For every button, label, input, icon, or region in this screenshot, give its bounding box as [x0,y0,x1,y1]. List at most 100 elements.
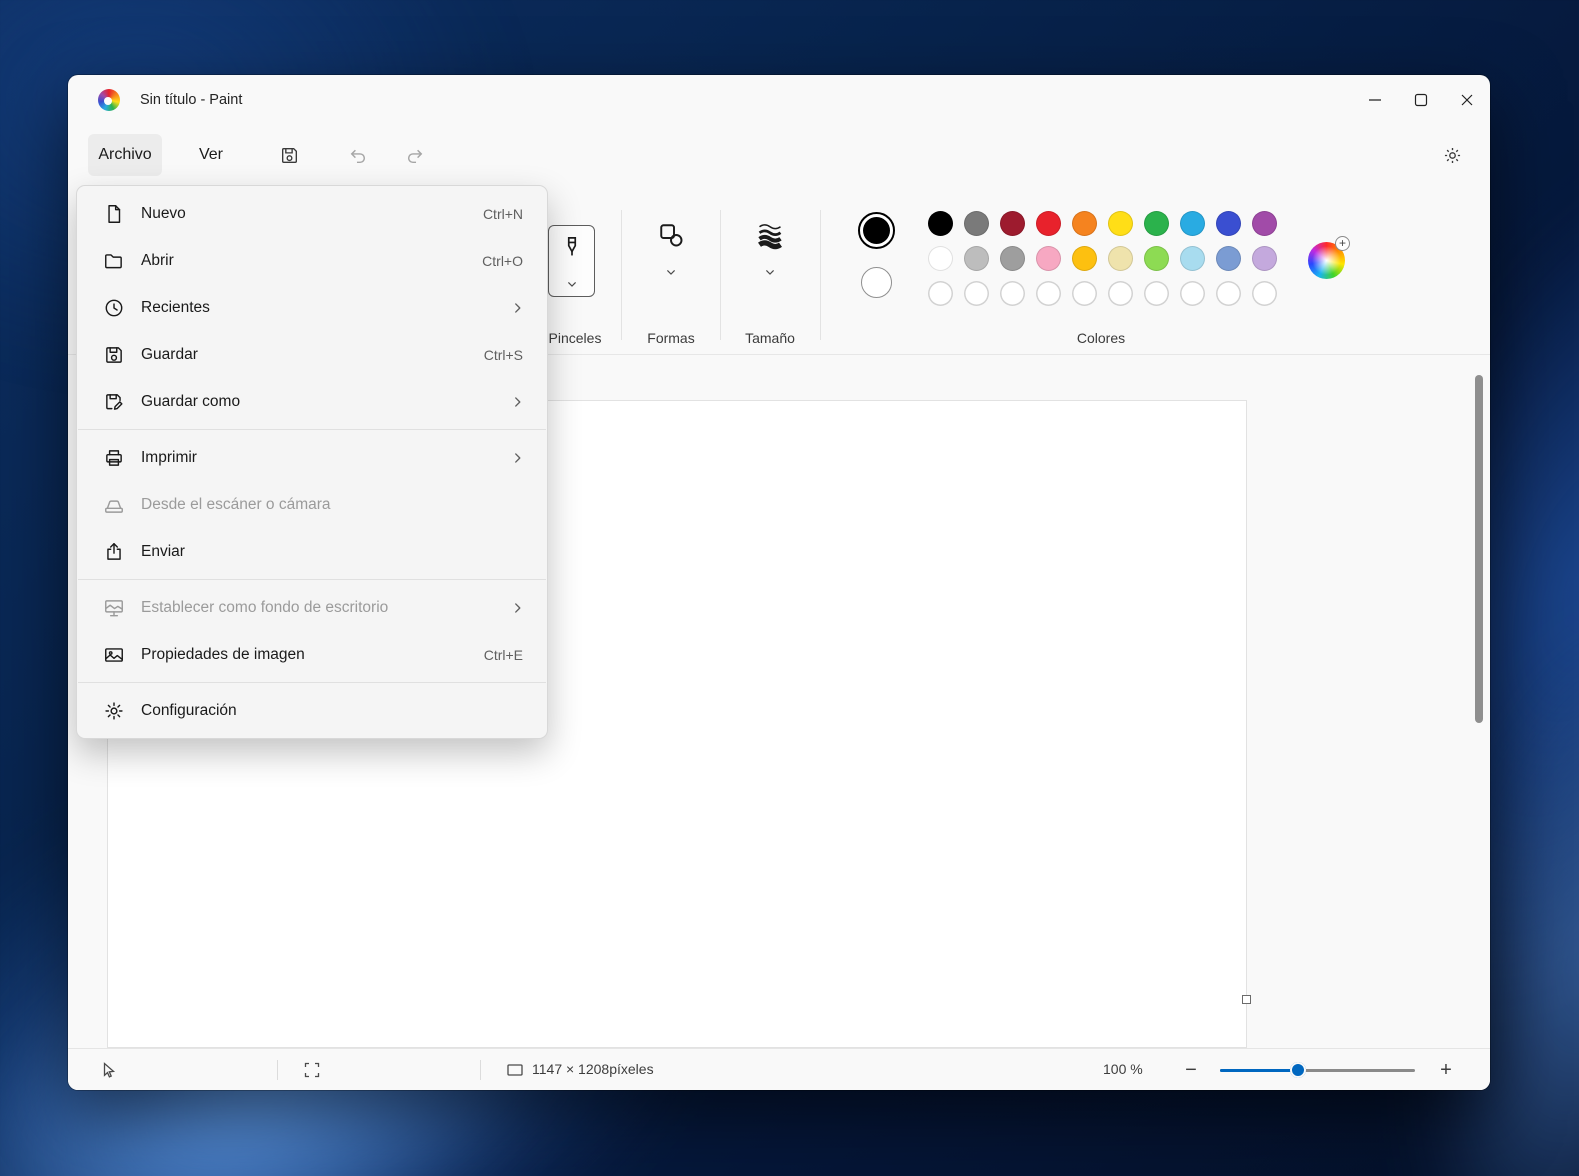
menu-item-label: Desde el escáner o cámara [141,495,331,513]
zoom-in-button[interactable]: + [1431,1055,1461,1085]
plus-icon: + [1335,236,1350,251]
menu-item-label: Guardar [141,345,198,363]
color-picker-button[interactable]: + [1308,236,1350,279]
color-swatch[interactable] [1143,246,1169,271]
canvas-size-value: 1147 × 1208píxeles [532,1061,654,1077]
empty-color-slot[interactable] [1179,281,1205,306]
menu-item-fondo-escritorio[interactable]: Establecer como fondo de escritorio [77,584,547,631]
menu-item-label: Abrir [141,251,174,269]
redo-icon [407,149,422,163]
brush-tool-button[interactable] [548,225,595,297]
menu-item-shortcut: Ctrl+O [482,252,523,269]
menu-item-label: Establecer como fondo de escritorio [141,598,389,616]
chevron-right-icon [509,393,527,411]
zoom-slider-fill [1220,1069,1297,1072]
color-swatch[interactable] [999,246,1025,271]
stroke-size-icon [758,224,782,250]
empty-color-slot[interactable] [1035,281,1061,306]
menu-item-escaner[interactable]: Desde el escáner o cámara [77,481,547,528]
color-swatch[interactable] [963,211,989,236]
background-color-well[interactable] [861,267,892,298]
menu-item-propiedades[interactable]: Propiedades de imagen Ctrl+E [77,631,547,678]
zoom-out-button[interactable]: − [1176,1055,1206,1085]
color-swatch[interactable] [1143,211,1169,236]
shapes-group-label: Formas [647,330,695,346]
window-controls [1352,75,1490,125]
color-swatch[interactable] [1251,211,1277,236]
quick-save-button[interactable] [269,135,309,175]
menu-item-enviar[interactable]: Enviar [77,528,547,575]
new-file-icon [103,203,125,225]
color-swatch[interactable] [1215,211,1241,236]
maximize-button[interactable] [1398,75,1444,125]
menu-item-recientes[interactable]: Recientes [77,284,547,331]
minimize-button[interactable] [1352,75,1398,125]
empty-color-slot[interactable] [1107,281,1133,306]
empty-color-slot[interactable] [927,281,953,306]
color-swatch[interactable] [1179,246,1205,271]
settings-icon [1444,147,1460,163]
shapes-button[interactable] [643,220,699,312]
color-swatch[interactable] [1035,246,1061,271]
menu-separator [78,429,546,430]
color-swatch[interactable] [963,246,989,271]
menu-item-imprimir[interactable]: Imprimir [77,434,547,481]
color-swatch[interactable] [1251,246,1277,271]
undo-button[interactable] [337,135,377,175]
color-swatch[interactable] [1071,211,1097,236]
size-button[interactable] [742,220,798,312]
color-swatch[interactable] [1179,211,1205,236]
menu-bar: Archivo Ver [68,125,1490,185]
color-swatch[interactable] [1107,246,1133,271]
menu-item-guardar[interactable]: Guardar Ctrl+S [77,331,547,378]
zoom-slider-thumb[interactable] [1290,1062,1306,1078]
menu-item-label: Enviar [141,542,185,560]
vertical-scrollbar[interactable] [1475,375,1483,723]
redo-button[interactable] [395,135,435,175]
empty-color-slot[interactable] [999,281,1025,306]
color-swatch[interactable] [1071,246,1097,271]
toolbar-separator [820,210,821,340]
menu-item-shortcut: Ctrl+N [482,205,523,222]
selection-size-icon [304,1062,320,1078]
brush-icon [567,237,576,256]
share-icon [103,541,125,563]
empty-color-slot[interactable] [1215,281,1241,306]
close-button[interactable] [1444,75,1490,125]
status-bar: 1147 × 1208píxeles 100 % − + [68,1048,1490,1090]
empty-color-slot[interactable] [1143,281,1169,306]
canvas-resize-handle[interactable] [1242,995,1251,1004]
foreground-color-well[interactable] [858,212,895,249]
menu-item-label: Configuración [141,701,237,719]
save-as-icon [103,391,125,413]
window-title: Sin título - Paint [140,92,243,108]
menu-item-abrir[interactable]: Abrir Ctrl+O [77,237,547,284]
title-bar[interactable]: Sin título - Paint [68,75,1490,125]
menu-archivo[interactable]: Archivo [88,134,162,176]
empty-color-slot[interactable] [1251,281,1277,306]
save-icon [103,344,125,366]
close-icon [1461,94,1473,106]
size-group-label: Tamaño [745,330,795,346]
color-swatch[interactable] [1107,211,1133,236]
foreground-color [863,217,890,244]
canvas-size-icon [507,1064,523,1076]
color-swatch[interactable] [1215,246,1241,271]
color-swatch[interactable] [927,246,953,271]
color-swatch[interactable] [999,211,1025,236]
menu-item-guardar-como[interactable]: Guardar como [77,378,547,425]
color-swatch[interactable] [1035,211,1061,236]
color-palette [922,206,1284,311]
toolbar-separator [621,210,622,340]
menu-ver[interactable]: Ver [184,134,238,176]
menu-item-configuracion[interactable]: Configuración [77,687,547,734]
menu-item-nuevo[interactable]: Nuevo Ctrl+N [77,190,547,237]
color-swatch[interactable] [927,211,953,236]
empty-color-slot[interactable] [1071,281,1097,306]
menu-item-label: Guardar como [141,392,241,410]
zoom-slider[interactable] [1220,1061,1415,1079]
printer-icon [103,447,125,469]
empty-color-slot[interactable] [963,281,989,306]
menu-separator [78,682,546,683]
settings-button[interactable] [1432,135,1472,175]
